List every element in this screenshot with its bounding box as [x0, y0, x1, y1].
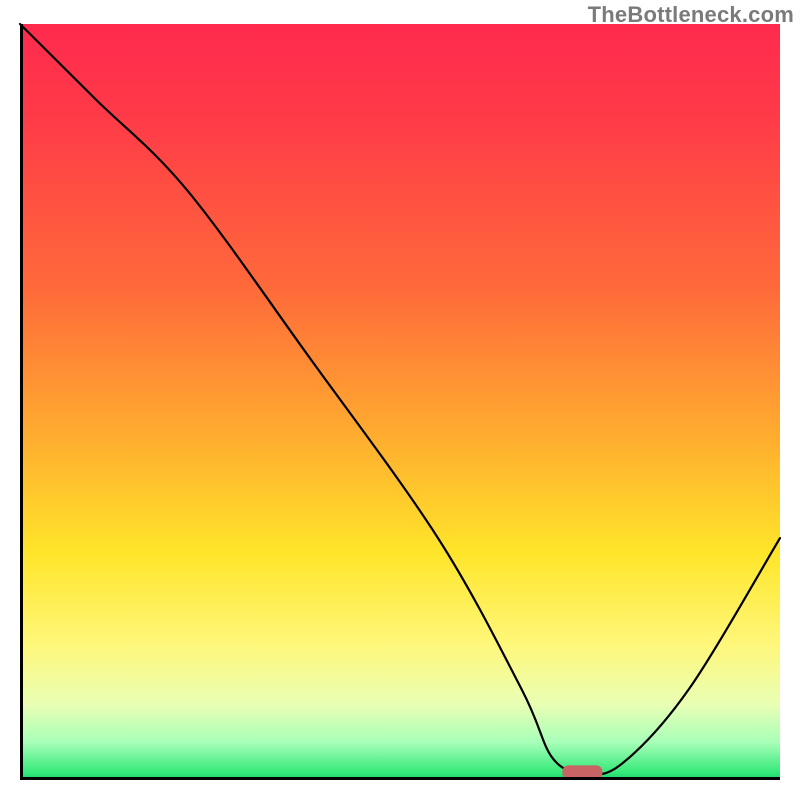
curve-svg — [20, 24, 780, 780]
y-axis-line — [20, 24, 23, 780]
chart-stage: TheBottleneck.com — [0, 0, 800, 800]
x-axis-line — [20, 777, 780, 780]
plot-area — [20, 24, 780, 780]
bottleneck-curve — [20, 24, 780, 774]
